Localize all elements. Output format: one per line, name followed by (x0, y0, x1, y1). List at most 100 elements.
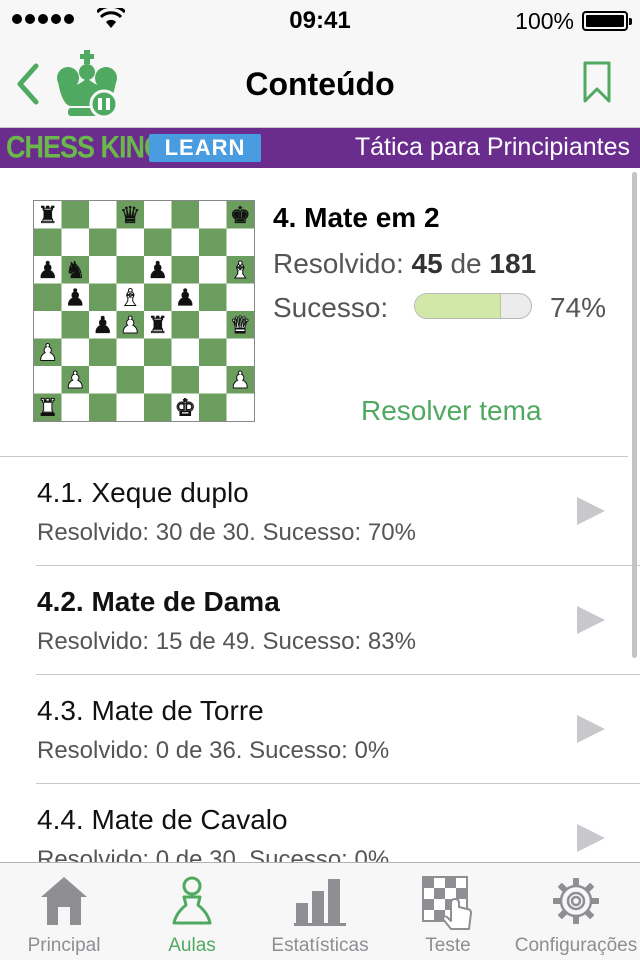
lesson-stats: Resolvido: 0 de 36. Sucesso: 0% (37, 737, 390, 764)
lesson-title: 4.2. Mate de Dama (37, 586, 280, 617)
board-square (199, 283, 227, 311)
play-arrow-icon (577, 715, 605, 743)
board-square (89, 283, 117, 311)
board-square (61, 201, 89, 229)
board-square (89, 201, 117, 229)
board-square (144, 201, 172, 229)
list-item[interactable]: 4.2. Mate de Dama Resolvido: 15 de 49. S… (0, 566, 640, 675)
board-square (226, 228, 254, 256)
board-square (144, 283, 172, 311)
board-square (171, 256, 199, 284)
total-count: 181 (489, 248, 537, 279)
solve-theme-button[interactable]: Resolver tema (361, 395, 542, 427)
lesson-title: 4.4. Mate de Cavalo (37, 804, 288, 835)
success-progress-bar (414, 293, 532, 319)
lesson-stats: Resolvido: 30 de 30. Sucesso: 70% (37, 519, 416, 546)
play-arrow-icon (577, 497, 605, 525)
board-square (89, 393, 117, 421)
board-square (116, 228, 144, 256)
white-pawn-piece: ♟ (120, 311, 141, 339)
lesson-title: 4.1. Xeque duplo (37, 477, 249, 508)
success-label: Sucesso: (273, 292, 389, 323)
black-pawn-piece: ♟ (65, 284, 86, 312)
board-square (171, 311, 199, 339)
of-label: de (450, 248, 482, 279)
success-progress-fill (415, 294, 501, 318)
board-square (61, 393, 89, 421)
white-rook-piece: ♜ (37, 394, 58, 422)
board-square (34, 283, 62, 311)
house-icon (41, 877, 87, 925)
board-square (34, 366, 62, 394)
brand-logo-text: CHESS KING (6, 129, 165, 165)
black-knight-piece: ♞ (65, 256, 86, 284)
board-square (116, 366, 144, 394)
tab-label: Configurações (514, 935, 638, 956)
tab-estatisticas[interactable]: Estatísticas (256, 863, 384, 960)
solved-label: Resolvido: (273, 248, 404, 279)
white-pawn-piece: ♟ (65, 366, 86, 394)
board-square (199, 393, 227, 421)
board-square (171, 338, 199, 366)
bar-chart-icon (294, 879, 346, 926)
tab-bar: Principal Aulas Estatísticas Teste Confi… (0, 862, 640, 960)
board-square (144, 393, 172, 421)
page-title: Conteúdo (245, 66, 395, 102)
tab-configuracoes[interactable]: Configurações (512, 863, 640, 960)
board-square (226, 393, 254, 421)
black-queen-piece: ♛ (120, 201, 141, 229)
tab-label: Teste (425, 935, 471, 956)
board-square (89, 228, 117, 256)
board-square (171, 201, 199, 229)
battery-percentage: 100% (515, 8, 574, 34)
board-square (34, 311, 62, 339)
learn-badge: LEARN (149, 134, 261, 162)
tab-principal[interactable]: Principal (0, 863, 128, 960)
list-item[interactable]: 4.1. Xeque duplo Resolvido: 30 de 30. Su… (0, 457, 640, 566)
list-item[interactable]: 4.3. Mate de Torre Resolvido: 0 de 36. S… (0, 675, 640, 784)
gear-icon (553, 878, 599, 924)
lesson-title: 4.3. Mate de Torre (37, 695, 264, 726)
board-square (199, 311, 227, 339)
black-rook-piece: ♜ (147, 311, 168, 339)
theme-title: 4. Mate em 2 (273, 202, 440, 233)
black-rook-piece: ♜ (37, 201, 58, 229)
board-hand-icon (422, 876, 472, 930)
lesson-stats: Resolvido: 15 de 49. Sucesso: 83% (37, 628, 416, 655)
tab-aulas[interactable]: Aulas (128, 863, 256, 960)
tab-label: Aulas (168, 935, 216, 956)
tab-label: Principal (27, 935, 101, 956)
tab-label: Estatísticas (271, 935, 369, 956)
board-square (34, 228, 62, 256)
scrollbar[interactable] (632, 172, 637, 658)
board-square (199, 201, 227, 229)
white-bishop-piece: ♝ (230, 256, 251, 284)
black-pawn-piece: ♟ (175, 284, 196, 312)
white-pawn-piece: ♟ (230, 366, 251, 394)
board-square (116, 393, 144, 421)
play-arrow-icon (577, 606, 605, 634)
board-square (144, 228, 172, 256)
play-arrow-icon (577, 824, 605, 852)
black-pawn-piece: ♟ (37, 256, 58, 284)
theme-solved-stats: Resolvido: 45 de 181 (273, 248, 536, 280)
white-queen-piece: ♛ (230, 311, 251, 339)
board-square (116, 338, 144, 366)
success-percentage: 74% (549, 292, 606, 323)
board-square (61, 311, 89, 339)
battery-icon (582, 11, 632, 31)
board-square (89, 366, 117, 394)
course-banner: CHESS KING LEARN Tática para Principiant… (0, 128, 640, 168)
black-pawn-piece: ♟ (92, 311, 113, 339)
board-square (61, 338, 89, 366)
board-square (226, 283, 254, 311)
board-square (89, 338, 117, 366)
status-bar: 09:41 100% (0, 0, 640, 40)
board-square (171, 366, 199, 394)
white-king-piece: ♚ (175, 394, 196, 422)
solved-count: 45 (411, 248, 443, 279)
tab-teste[interactable]: Teste (384, 863, 512, 960)
navigation-bar: Conteúdo (0, 40, 640, 128)
white-bishop-piece: ♝ (120, 284, 141, 312)
bookmark-button[interactable] (582, 60, 612, 104)
